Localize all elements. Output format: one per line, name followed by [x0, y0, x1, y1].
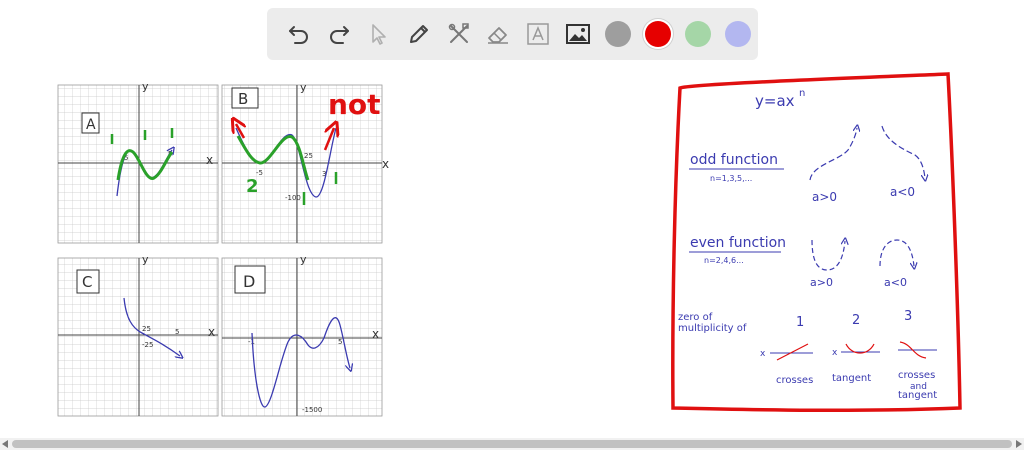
mult-2-x-mark: x	[832, 348, 838, 358]
undo-icon[interactable]	[279, 14, 319, 54]
graph-b-y-label: y	[300, 81, 307, 94]
multiplicity-2: 2	[852, 313, 860, 328]
graph-b-label: B	[238, 90, 248, 108]
multiplicity-3: 3	[904, 309, 912, 324]
graph-c-label: C	[82, 273, 92, 291]
image-icon[interactable]	[558, 14, 598, 54]
mult-1-description: crosses	[776, 375, 813, 386]
multiplicity-1: 1	[796, 315, 804, 330]
graph-a-y-label: y	[142, 80, 149, 93]
pen-icon[interactable]	[399, 14, 439, 54]
mult-3-description-line-1: crosses	[898, 370, 935, 381]
notes-panel: y=ax n odd function n=1,3,5,... a>0 a<0 …	[671, 72, 962, 413]
graph-b-tick-2: 25	[304, 152, 313, 160]
redo-icon[interactable]	[319, 14, 359, 54]
graph-a: A x y 5 5	[57, 80, 219, 244]
mult-2-description: tangent	[832, 373, 871, 384]
odd-a-positive: a>0	[812, 190, 837, 204]
odd-function-title: odd function	[690, 152, 778, 168]
graph-b: B x y -5 25 3 -100 2 not	[221, 81, 389, 244]
graph-c: C x y 25 5 -25	[57, 253, 219, 417]
graph-d-tick-2: 5	[338, 338, 342, 346]
color-swatch-green[interactable]	[685, 21, 712, 47]
graph-b-x-label: x	[382, 157, 389, 171]
graph-c-tick-1: 25	[142, 325, 151, 333]
text-icon[interactable]	[518, 14, 558, 54]
tools-icon[interactable]	[439, 14, 479, 54]
scroll-right-arrow-icon[interactable]	[1016, 440, 1022, 448]
color-swatch-red[interactable]	[645, 21, 672, 47]
formula-text: y=ax	[755, 92, 795, 110]
eraser-icon[interactable]	[479, 14, 519, 54]
mult-3-description-line-3: tangent	[898, 390, 937, 401]
whiteboard-canvas[interactable]: A x y 5 5 B x y -5 25 3 -100 2 not C x y…	[0, 70, 1024, 435]
graph-c-x-label: x	[208, 325, 215, 339]
graph-b-not-annotation: not	[328, 88, 381, 121]
color-swatch-lavender[interactable]	[725, 21, 751, 47]
graph-c-tick-2: 5	[175, 328, 179, 336]
graph-d: D x y -1 5 -1500	[221, 253, 383, 417]
odd-function-sub: n=1,3,5,...	[710, 174, 752, 183]
zero-title-line-2: multiplicity of	[678, 323, 747, 334]
graph-c-tick-3: -25	[142, 341, 153, 349]
zero-title-line-1: zero of	[678, 312, 713, 323]
select-pointer-icon[interactable]	[359, 14, 399, 54]
graph-b-tick-4: -100	[285, 194, 301, 202]
even-a-positive: a>0	[810, 276, 833, 289]
graph-d-x-label: x	[372, 327, 379, 341]
graph-d-label: D	[243, 272, 255, 291]
graph-d-tick-3: -1500	[302, 406, 322, 414]
even-function-sub: n=2,4,6...	[704, 256, 744, 265]
scroll-left-arrow-icon[interactable]	[2, 440, 8, 448]
even-a-negative: a<0	[884, 276, 907, 289]
horizontal-scrollbar[interactable]	[0, 438, 1024, 450]
drawing-toolbar	[267, 8, 758, 60]
graph-d-tick-1: -1	[248, 338, 255, 346]
graph-a-label: A	[86, 117, 96, 133]
scroll-thumb[interactable]	[12, 440, 1012, 448]
even-function-title: even function	[690, 235, 786, 251]
color-swatch-gray[interactable]	[605, 21, 632, 47]
graph-b-multiplicity-mark: 2	[246, 176, 259, 197]
graph-d-y-label: y	[300, 253, 307, 266]
odd-a-negative: a<0	[890, 185, 915, 199]
formula-exponent: n	[799, 88, 805, 99]
mult-1-x-mark: x	[760, 349, 766, 359]
graph-c-y-label: y	[142, 253, 149, 266]
graph-a-x-label: x	[206, 153, 213, 167]
